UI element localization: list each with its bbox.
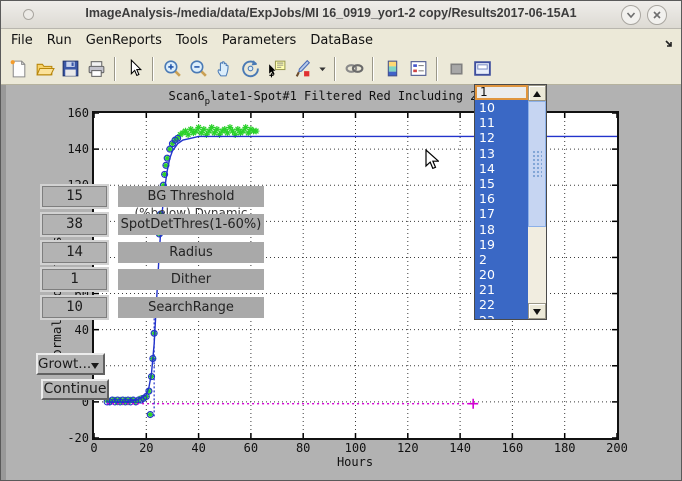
spot-list-item[interactable]: 18 [475,222,528,237]
x-tick-label: 180 [548,441,582,455]
x-axis-label: Hours [325,455,385,469]
plot-tools-off-icon[interactable] [446,58,467,79]
spotdetthres-1-60-label: SpotDetThres(1-60%) [118,214,264,235]
brush-caret-icon[interactable] [318,58,327,79]
chevron-down-icon [625,9,637,21]
rotate-3d-icon[interactable] [240,58,261,79]
radius-input[interactable]: 14 [42,242,107,263]
spot-list-item[interactable]: 13 [475,146,528,161]
scrollbar-grip-icon [532,150,542,178]
zoom-out-icon[interactable] [188,58,209,79]
y-tick-label: 40 [45,323,89,337]
menubar-overflow-icon[interactable] [664,35,675,54]
dither-label: Dither [118,269,264,290]
menu-item-file[interactable]: File [11,33,33,48]
legend-icon[interactable] [408,58,429,79]
bg-threshold-label: BG Threshold [118,186,264,207]
pointer-icon[interactable] [124,58,145,79]
x-tick-label: 60 [234,441,268,455]
y-tick-label: 160 [45,106,89,120]
spot-list-item[interactable]: 23 [475,313,528,319]
menu-item-genreports[interactable]: GenReports [86,33,162,48]
app-window: ImageAnalysis-/media/data/ExpJobs/MI 16_… [0,0,682,481]
pan-icon[interactable] [214,58,235,79]
toolbar-separator [114,57,116,81]
spot-list-item[interactable]: 10 [475,100,528,115]
spot-list-item[interactable]: 19 [475,237,528,252]
close-icon [651,9,663,21]
bg-threshold-input[interactable]: 15 [42,186,107,207]
spot-number-listbox: 1 10111213141516171819220212223 [474,84,547,320]
spotdetthres-1-60-input[interactable]: 38 [42,214,107,235]
scroll-up-button[interactable] [528,85,546,101]
x-tick-label: 120 [391,441,425,455]
data-cursor-icon[interactable] [266,58,287,79]
menu-bar: File Run GenReports Tools Parameters DataBase [1,29,681,54]
toolbar-separator [436,57,438,81]
spot-list-item[interactable]: 20 [475,267,528,282]
shade-button[interactable] [621,5,641,25]
window-menu-icon[interactable] [23,9,34,20]
zoom-in-icon[interactable] [162,58,183,79]
toolbar-separator [372,57,374,81]
menu-item-run[interactable]: Run [47,33,72,48]
x-tick-label: 20 [129,441,163,455]
menu-item-database[interactable]: DataBase [310,33,373,48]
searchrange-label: SearchRange [118,297,264,318]
close-button[interactable] [647,5,667,25]
scroll-down-button[interactable] [528,303,546,319]
toolbar-separator [334,57,336,81]
continue-button[interactable]: Continue [41,379,109,400]
spot-list-item[interactable]: 15 [475,176,528,191]
x-tick-label: 160 [495,441,529,455]
menu-item-parameters[interactable]: Parameters [222,33,296,48]
toolbar [1,53,681,85]
save-icon[interactable] [60,58,81,79]
spot-number-list: 10111213141516171819220212223 [475,100,528,319]
dock-figure-icon[interactable] [472,58,493,79]
x-tick-label: 140 [443,441,477,455]
open-folder-icon[interactable] [34,58,55,79]
spot-list-item[interactable]: 11 [475,115,528,130]
window-resize-edge[interactable] [1,85,6,481]
spot-list-item[interactable]: 16 [475,191,528,206]
new-document-icon[interactable] [8,58,29,79]
growth-dropdown-button[interactable]: Growt... [36,353,105,375]
radius-label: Radius [118,242,264,263]
y-tick-label: -20 [45,431,89,445]
scrollbar-thumb[interactable] [528,101,546,227]
spot-list-item[interactable]: 12 [475,130,528,145]
spot-list-item[interactable]: 21 [475,282,528,297]
menu-item-tools[interactable]: Tools [176,33,208,48]
spot-list-item[interactable]: 14 [475,161,528,176]
spot-list-item[interactable]: 2 [475,252,528,267]
x-tick-label: 80 [286,441,320,455]
chevron-down-icon [91,363,99,369]
triangle-down-icon [533,309,541,315]
x-tick-label: 100 [339,441,373,455]
dither-input[interactable]: 1 [42,269,107,290]
window-title: ImageAnalysis-/media/data/ExpJobs/MI 16_… [41,6,621,20]
y-tick-label: 140 [45,142,89,156]
print-icon[interactable] [86,58,107,79]
triangle-up-icon [533,91,541,97]
colorbar-icon[interactable] [382,58,403,79]
link-plots-icon[interactable] [344,58,365,79]
spot-list-item[interactable]: 17 [475,206,528,221]
searchrange-input[interactable]: 10 [42,297,107,318]
mouse-cursor [425,149,439,170]
x-tick-label: 40 [182,441,216,455]
spot-list-item[interactable]: 22 [475,297,528,312]
brush-icon[interactable] [292,58,313,79]
scrollbar-track[interactable] [528,227,546,305]
window-titlebar: ImageAnalysis-/media/data/ExpJobs/MI 16_… [1,1,681,29]
toolbar-separator [152,57,154,81]
spot-number-value[interactable]: 1 [475,85,528,100]
x-tick-label: 200 [600,441,634,455]
